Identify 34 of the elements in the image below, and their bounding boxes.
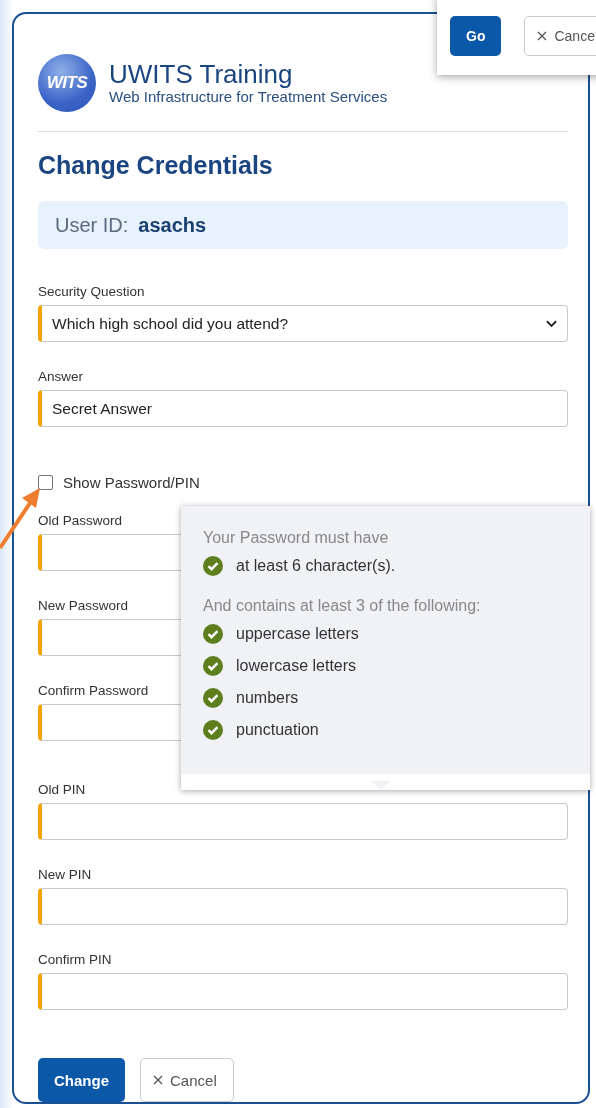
password-field[interactable] <box>38 973 568 1010</box>
user-id-value: asachs <box>138 213 207 237</box>
field-label: New PIN <box>38 867 92 882</box>
requirement-text: lowercase letters <box>236 656 357 676</box>
page-title: Change Credentials <box>38 150 274 181</box>
chevron-down-icon <box>546 319 557 328</box>
cancel-button[interactable]: Cance <box>524 15 596 56</box>
input-field[interactable]: Secret Answer <box>38 390 568 427</box>
field-label: Confirm PIN <box>38 952 112 967</box>
requirement-text: numbers <box>236 688 299 708</box>
change-button[interactable]: Change <box>38 1058 125 1102</box>
password-field[interactable] <box>38 803 568 840</box>
field-label: Answer <box>38 369 83 384</box>
cancel-button[interactable]: Cancel <box>140 1058 234 1102</box>
field-label: Security Question <box>38 284 145 299</box>
requirement-text: uppercase letters <box>236 624 359 644</box>
tooltip-subheading: And contains at least 3 of the following: <box>203 596 482 616</box>
field-label: Old PIN <box>38 782 86 797</box>
app-subtitle: Web Infrastructure for Treatment Services <box>109 88 388 106</box>
close-icon <box>153 1075 163 1085</box>
password-field[interactable] <box>38 888 568 925</box>
select-field[interactable]: Which high school did you attend? <box>38 305 568 342</box>
checkbox-label: Show Password/PIN <box>63 474 200 491</box>
user-id-label: User ID: <box>55 213 129 237</box>
tooltip-heading: Your Password must have <box>203 528 390 548</box>
go-button[interactable]: Go <box>450 15 502 56</box>
app-title: UWITS Training <box>109 60 294 88</box>
logo-icon: WITS <box>38 54 96 112</box>
field-label: Confirm Password <box>38 683 149 698</box>
requirement-text: at least 6 character(s). <box>236 556 396 576</box>
field-label: New Password <box>38 598 129 613</box>
field-label: Old Password <box>38 513 123 528</box>
close-icon <box>537 30 548 41</box>
requirement-text: punctuation <box>236 720 319 740</box>
